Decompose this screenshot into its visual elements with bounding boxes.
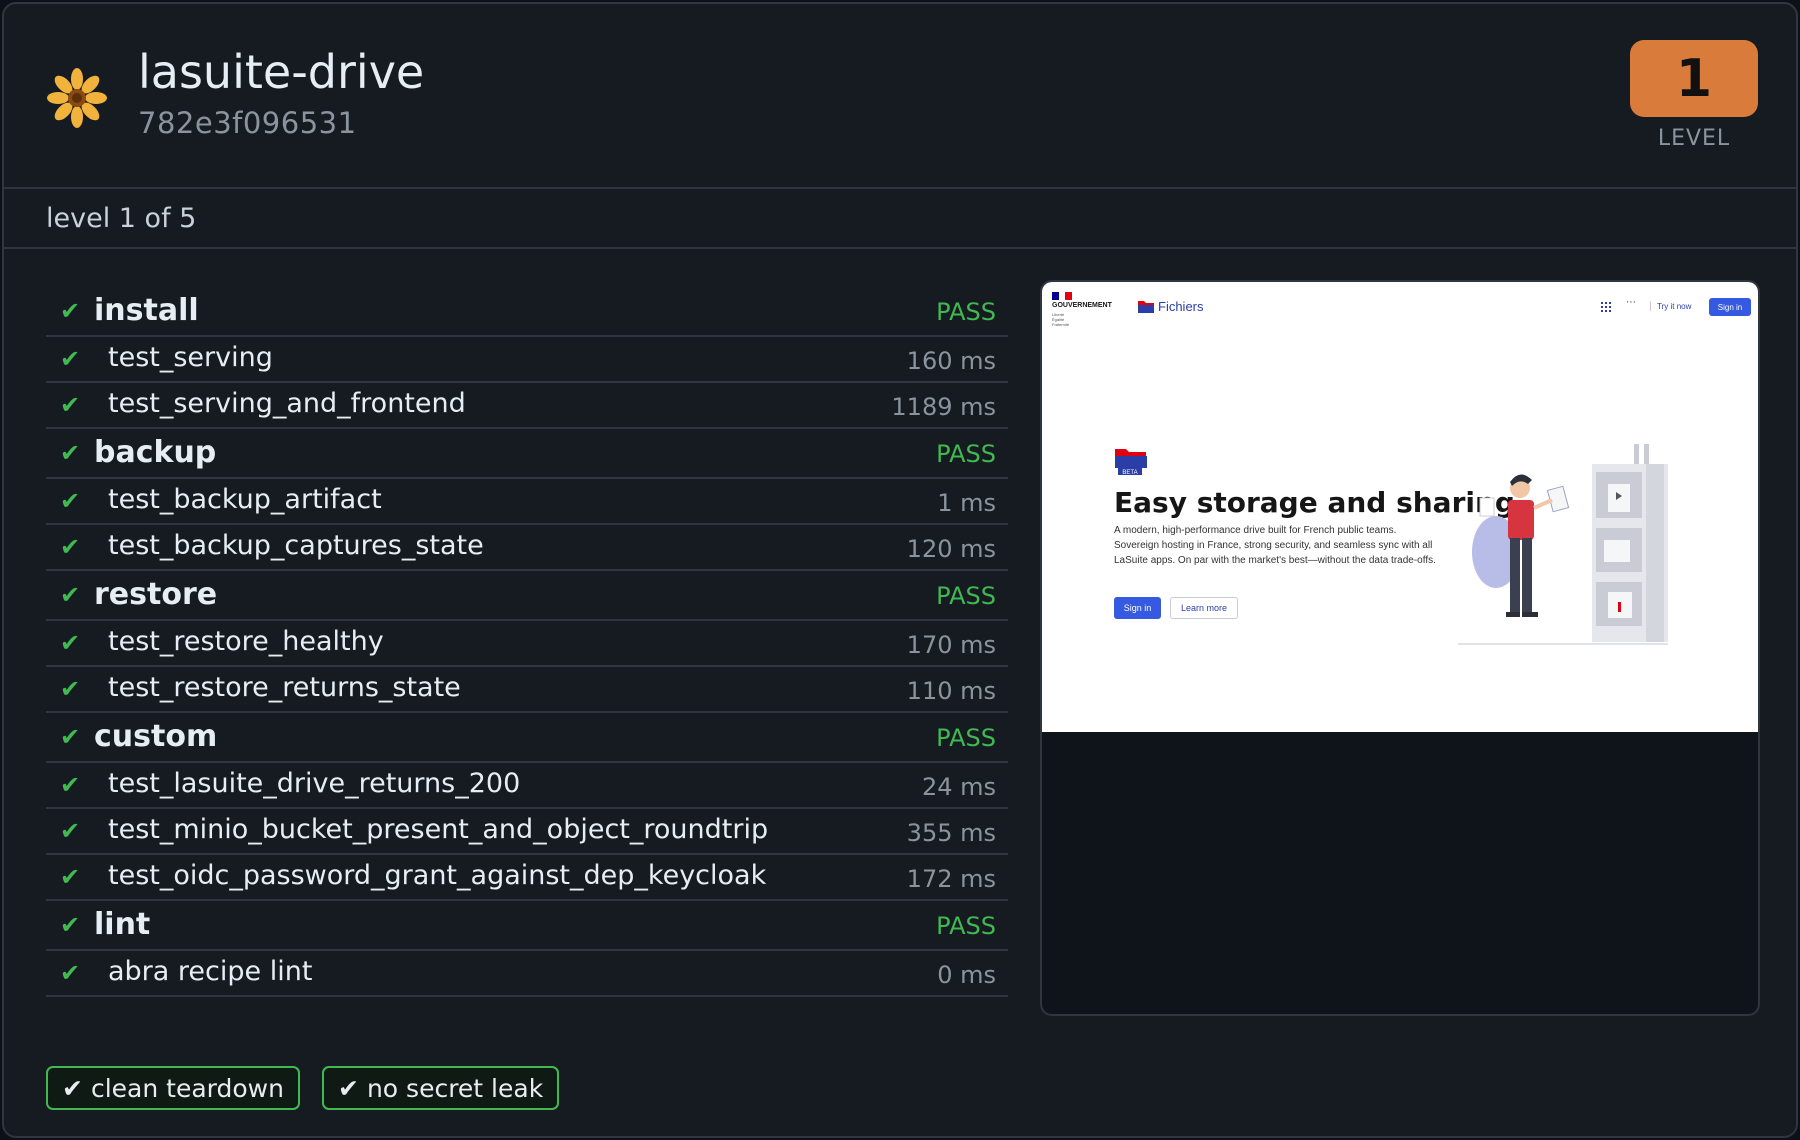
test-name: test_minio_bucket_present_and_object_rou… — [108, 814, 769, 845]
gov-motto: Liberté Égalité Fraternité — [1052, 312, 1070, 327]
test-duration: 120 ms — [906, 535, 996, 563]
group-status: PASS — [936, 298, 996, 326]
test-duration: 172 ms — [906, 865, 996, 893]
level-badge: 1 — [1630, 40, 1758, 117]
screenshot-preview: GOUVERNEMENT Liberté Égalité Fraternité … — [1040, 280, 1760, 1016]
test-row: ✔ test_lasuite_drive_returns_200 24 ms — [46, 763, 1008, 809]
test-duration: 24 ms — [921, 773, 996, 801]
test-name: test_serving_and_frontend — [108, 388, 466, 419]
app-id: 782e3f096531 — [138, 106, 357, 140]
test-duration: 110 ms — [906, 677, 996, 705]
check-icon: ✔ — [60, 439, 81, 467]
clean-teardown-badge: ✔ clean teardown — [46, 1066, 300, 1110]
check-icon: ✔ — [60, 581, 81, 609]
check-icon: ✔ — [60, 911, 81, 939]
group-status: PASS — [936, 724, 996, 752]
apps-grid-icon[interactable] — [1601, 302, 1611, 312]
test-row: ✔ test_oidc_password_grant_against_dep_ke… — [46, 855, 1008, 901]
header: lasuite-drive 782e3f096531 1 LEVEL — [4, 4, 1796, 189]
test-row: ✔ test_backup_captures_state 120 ms — [46, 525, 1008, 571]
gov-label: GOUVERNEMENT — [1052, 302, 1112, 309]
test-row: ✔ test_minio_bucket_present_and_object_ro… — [46, 809, 1008, 855]
test-name: test_oidc_password_grant_against_dep_key… — [108, 860, 767, 891]
check-icon: ✔ — [60, 345, 81, 373]
group-name: restore — [94, 577, 218, 612]
test-row: ✔ test_serving 160 ms — [46, 337, 1008, 383]
beta-label: BETA — [1122, 470, 1137, 476]
test-group-0: ✔ install PASS — [46, 287, 1008, 337]
test-group-1: ✔ backup PASS — [46, 429, 1008, 479]
level-progress-text: level 1 of 5 — [46, 203, 197, 234]
test-group-3: ✔ custom PASS — [46, 713, 1008, 763]
test-row: ✔ test_serving_and_frontend 1189 ms — [46, 383, 1008, 429]
test-duration: 170 ms — [906, 631, 996, 659]
site-logo[interactable]: Fichiers — [1138, 299, 1204, 314]
french-flag-icon — [1052, 292, 1073, 300]
group-name: lint — [94, 907, 151, 942]
check-icon: ✔ — [60, 723, 81, 751]
site-name: Fichiers — [1158, 299, 1204, 314]
hero-title: Easy storage and sharing — [1114, 486, 1515, 519]
badge-label: clean teardown — [90, 1073, 284, 1103]
group-status: PASS — [936, 440, 996, 468]
test-duration: 0 ms — [937, 961, 996, 989]
check-icon: ✔ — [60, 629, 81, 657]
test-duration: 355 ms — [906, 819, 996, 847]
test-row: ✔ test_restore_returns_state 110 ms — [46, 667, 1008, 713]
check-icon: ✔ — [60, 863, 81, 891]
app-title: lasuite-drive — [138, 45, 425, 99]
test-row: ✔ test_backup_artifact 1 ms — [46, 479, 1008, 525]
no-secret-leak-badge: ✔ no secret leak — [322, 1066, 560, 1110]
try-it-now-link[interactable]: Try it now — [1657, 302, 1691, 311]
group-name: backup — [94, 435, 217, 470]
group-name: custom — [94, 719, 218, 754]
test-duration: 1189 ms — [891, 393, 996, 421]
test-name: test_serving — [108, 342, 273, 373]
test-name: test_backup_artifact — [108, 484, 382, 515]
test-group-2: ✔ restore PASS — [46, 571, 1008, 621]
group-status: PASS — [936, 912, 996, 940]
test-duration: 160 ms — [906, 347, 996, 375]
storage-illustration-icon — [1458, 444, 1668, 645]
test-results-list: ✔ install PASS ✔ test_serving 160 ms ✔ test_ser… — [46, 287, 1008, 997]
check-icon: ✔ — [60, 297, 81, 325]
group-name: install — [94, 293, 199, 328]
check-icon: ✔ — [60, 487, 81, 515]
check-icon: ✔ — [60, 817, 81, 845]
level-caption: LEVEL — [1657, 126, 1731, 151]
level-progress-bar: level 1 of 5 — [4, 191, 1796, 249]
check-icon: ✔ — [60, 959, 81, 987]
nav-divider — [1650, 301, 1651, 311]
more-icon[interactable]: ⋯ — [1626, 297, 1636, 308]
folder-icon — [1138, 301, 1154, 313]
test-group-4: ✔ lint PASS — [46, 901, 1008, 951]
check-icon: ✔ — [62, 1073, 83, 1103]
check-icon: ✔ — [338, 1073, 359, 1103]
test-name: test_lasuite_drive_returns_200 — [108, 768, 521, 799]
test-name: test_backup_captures_state — [108, 530, 484, 561]
group-status: PASS — [936, 582, 996, 610]
hero-learn-more-button[interactable]: Learn more — [1170, 597, 1238, 619]
hero-description: A modern, high-performance drive built f… — [1114, 525, 1436, 566]
test-row: ✔ abra recipe lint 0 ms — [46, 951, 1008, 997]
check-icon: ✔ — [60, 771, 81, 799]
check-icon: ✔ — [60, 391, 81, 419]
nav-sign-in-button[interactable]: Sign in — [1709, 298, 1751, 316]
test-duration: 1 ms — [937, 489, 996, 517]
test-name: abra recipe lint — [108, 956, 313, 987]
test-name: test_restore_healthy — [108, 626, 384, 657]
result-card: lasuite-drive 782e3f096531 1 LEVEL level… — [2, 2, 1798, 1138]
check-icon: ✔ — [60, 533, 81, 561]
test-row: ✔ test_restore_healthy 170 ms — [46, 621, 1008, 667]
badge-label: no secret leak — [366, 1073, 544, 1103]
check-icon: ✔ — [60, 675, 81, 703]
preview-site: GOUVERNEMENT Liberté Égalité Fraternité … — [1042, 282, 1758, 732]
beta-folder-icon: BETA — [1115, 449, 1147, 476]
sunflower-icon — [47, 68, 107, 128]
test-name: test_restore_returns_state — [108, 672, 461, 703]
hero-sign-in-button[interactable]: Sign in — [1114, 597, 1161, 619]
